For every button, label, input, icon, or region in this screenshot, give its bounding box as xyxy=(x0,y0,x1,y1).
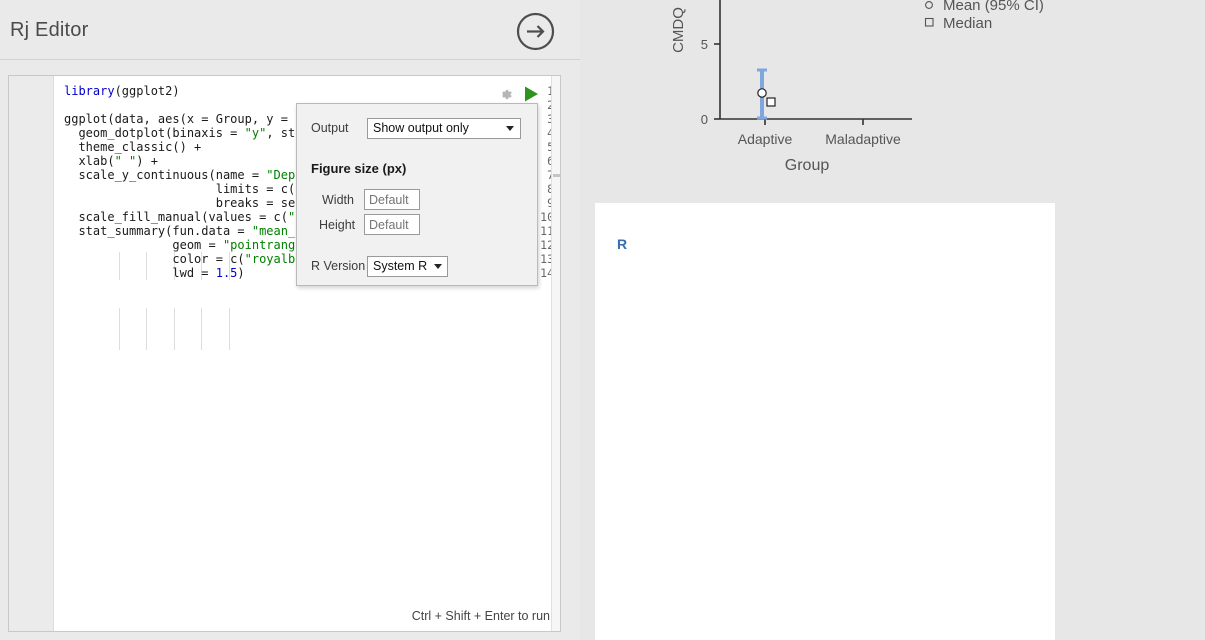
x-ticks: Adaptive Maladaptive xyxy=(738,119,901,147)
plot-legend: Mean (95% CI) Median xyxy=(924,0,1044,32)
svg-text:5: 5 xyxy=(701,37,708,52)
output-select-value: Show output only xyxy=(373,121,469,135)
play-triangle-icon[interactable] xyxy=(522,85,540,103)
code-line: library(ggplot2) xyxy=(64,84,180,98)
svg-text:Maladaptive: Maladaptive xyxy=(825,131,901,147)
chevron-down-icon xyxy=(434,264,442,269)
code-line: scale_fill_manual(values = c("roya xyxy=(64,210,324,224)
code-content[interactable]: library(ggplot2) ggplot(data, aes(x = Gr… xyxy=(64,84,324,280)
code-line: color = c("royalblue" xyxy=(64,252,325,266)
svg-text:Adaptive: Adaptive xyxy=(738,131,793,147)
indent-guide xyxy=(201,308,202,350)
editor-titlebar: Rj Editor xyxy=(0,0,580,60)
code-line: geom_dotplot(binaxis = "y", stackd xyxy=(64,126,324,140)
page-title: Rj Editor xyxy=(10,19,89,41)
indent-guide xyxy=(119,308,120,350)
code-line: xlab(" ") + xyxy=(64,154,158,168)
y-axis-label: CMDQ xyxy=(670,7,687,53)
indent-guide xyxy=(146,308,147,350)
height-label: Height xyxy=(319,218,356,232)
width-input[interactable] xyxy=(364,189,420,210)
r-version-label: R Version xyxy=(311,259,366,273)
indent-guide xyxy=(229,308,230,350)
mean-marker xyxy=(757,88,767,98)
code-line: geom = "pointrange", xyxy=(64,238,317,252)
indent-guide xyxy=(174,308,175,350)
output-region: CMDQ 5 0 Adaptive Maladaptive Group Mean… xyxy=(580,0,1205,640)
run-hint-text: Ctrl + Shift + Enter to run xyxy=(411,609,550,623)
r-version-value: System R xyxy=(373,259,428,273)
data-point-adaptive xyxy=(757,68,776,120)
line-number-gutter xyxy=(9,76,54,631)
code-line: scale_y_continuous(name = "Depress xyxy=(64,168,324,182)
figure-size-heading: Figure size (px) xyxy=(311,161,407,176)
rj-editor-panel: Rj Editor 1234567891011121314 xyxy=(0,0,580,640)
output-label: Output xyxy=(311,121,349,135)
code-line: theme_classic() + xyxy=(64,140,202,154)
chevron-down-icon xyxy=(506,126,514,131)
legend-label-median: Median xyxy=(943,15,992,32)
console-prompt-label: R xyxy=(617,236,628,252)
gear-icon[interactable] xyxy=(497,86,514,103)
width-label: Width xyxy=(322,193,354,207)
r-console-panel: R xyxy=(595,203,1055,640)
output-select[interactable]: Show output only xyxy=(367,118,521,139)
svg-text:0: 0 xyxy=(701,112,708,127)
code-line: breaks = seq(0, xyxy=(64,196,324,210)
legend-marker-circle xyxy=(925,1,933,9)
median-marker xyxy=(766,97,776,107)
y-ticks: 5 0 xyxy=(701,37,720,127)
legend-label-mean: Mean (95% CI) xyxy=(943,0,1044,14)
plot-output: CMDQ 5 0 Adaptive Maladaptive Group Mean… xyxy=(595,0,1205,200)
x-axis-label: Group xyxy=(785,157,830,174)
arrow-right-circle-icon[interactable] xyxy=(516,12,555,51)
editor-scrollbar[interactable] xyxy=(551,76,560,631)
code-line: lwd = 1.5) xyxy=(64,266,245,280)
r-version-select[interactable]: System R xyxy=(367,256,448,277)
code-line: stat_summary(fun.data = "mean_cl_n xyxy=(64,224,325,238)
code-line: ggplot(data, aes(x = Group, y = CMDQ xyxy=(64,112,325,126)
settings-popup: Output Show output only Figure size (px)… xyxy=(296,103,538,286)
app-root: Rj Editor 1234567891011121314 xyxy=(0,0,1205,640)
plot-svg: CMDQ 5 0 Adaptive Maladaptive Group Mean… xyxy=(670,0,1044,174)
height-input[interactable] xyxy=(364,214,420,235)
legend-marker-square xyxy=(924,17,934,27)
scrollbar-thumb[interactable] xyxy=(553,174,560,177)
code-line: limits = c(0,20 xyxy=(64,182,324,196)
